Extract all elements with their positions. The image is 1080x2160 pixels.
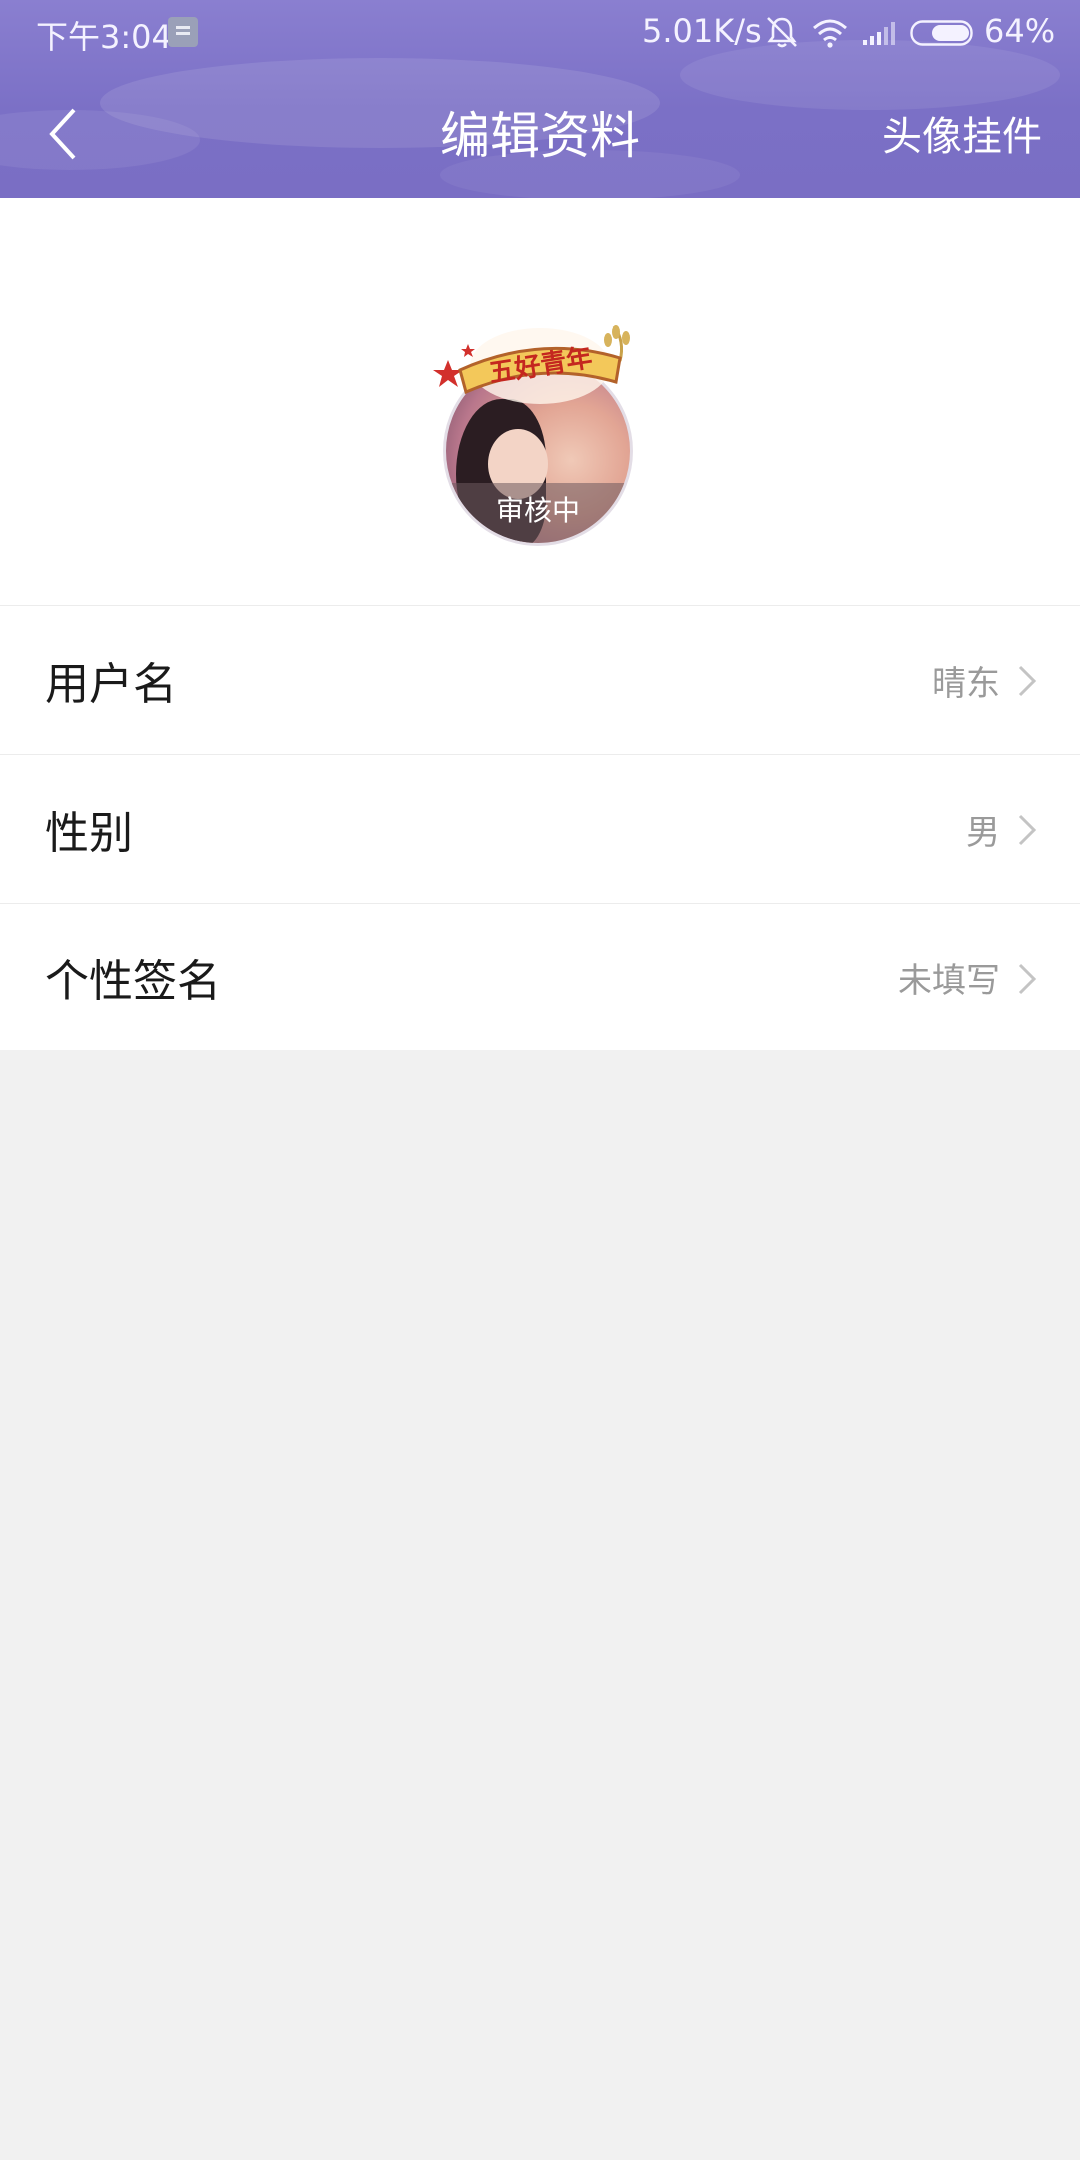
chevron-right-icon	[1018, 814, 1037, 846]
top-header: 下午3:04 5.01K/s 64% 编辑资料 头像挂件	[0, 0, 1080, 198]
bell-muted-icon	[767, 17, 797, 48]
wifi-icon	[813, 19, 847, 48]
row-value: 未填写	[898, 960, 1000, 1001]
profile-row-gender[interactable]: 性别 男	[0, 755, 1080, 904]
avatar-pendant-badge: 五好青年	[433, 325, 630, 404]
row-value: 晴东	[932, 663, 1000, 704]
avatar[interactable]: 审核中 五好青年	[433, 325, 640, 546]
row-label: 个性签名	[45, 956, 221, 1007]
avatar-pendant-button[interactable]: 头像挂件	[882, 104, 1042, 162]
chevron-right-icon	[1018, 963, 1037, 995]
avatar-section: 审核中 五好青年	[0, 198, 1080, 606]
profile-list: 用户名 晴东 性别 男 个性签名 未填写	[0, 606, 1080, 1050]
status-time: 下午3:04	[36, 18, 172, 56]
review-status-label: 审核中	[446, 483, 630, 543]
chevron-right-icon	[1018, 665, 1037, 697]
row-label: 用户名	[45, 659, 177, 710]
network-speed: 5.01K/s	[642, 12, 762, 50]
signal-icon	[863, 22, 895, 45]
header-cloud-decoration	[440, 150, 740, 198]
profile-row-signature[interactable]: 个性签名 未填写	[0, 904, 1080, 1050]
battery-icon	[910, 20, 973, 46]
back-arrow-icon[interactable]	[44, 104, 84, 164]
status-bar: 下午3:04 5.01K/s 64%	[0, 0, 1080, 66]
profile-row-username[interactable]: 用户名 晴东	[0, 606, 1080, 755]
battery-percent: 64%	[984, 12, 1056, 50]
row-label: 性别	[45, 808, 133, 859]
sim-card-icon	[168, 17, 198, 47]
row-value: 男	[966, 812, 1000, 853]
